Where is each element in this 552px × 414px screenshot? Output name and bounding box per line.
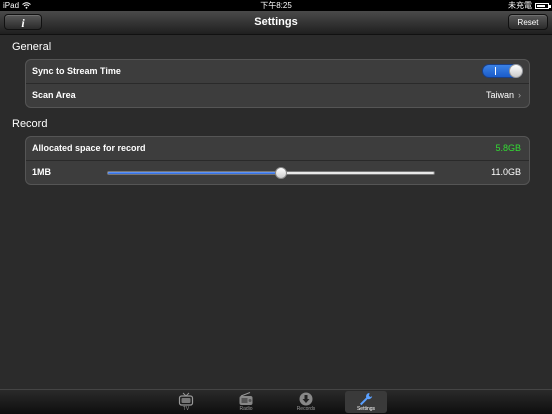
tab-records-label: Records xyxy=(296,406,316,412)
scan-area-value: Taiwan xyxy=(485,90,514,100)
allocated-value: 5.8GB xyxy=(495,143,521,153)
reset-button[interactable]: Reset xyxy=(508,14,548,30)
sync-toggle[interactable] xyxy=(482,64,523,78)
radio-icon xyxy=(239,392,253,405)
download-icon xyxy=(299,392,313,406)
allocated-row: Allocated space for record 5.8GB xyxy=(26,137,529,161)
toggle-on-mark xyxy=(495,67,496,75)
general-group: Sync to Stream Time Scan Area Taiwan › xyxy=(25,59,530,108)
scan-area-value-wrap: Taiwan › xyxy=(486,84,521,107)
toggle-knob[interactable] xyxy=(509,64,523,78)
allocated-label: Allocated space for record xyxy=(32,143,146,153)
slider-row: 1MB 11.0GB xyxy=(26,161,529,184)
status-time: 下午8:25 xyxy=(260,1,292,10)
slider-max-label: 11.0GB xyxy=(491,167,521,177)
section-title-record: Record xyxy=(12,118,48,130)
tab-records[interactable]: Records xyxy=(285,391,327,413)
section-title-general: General xyxy=(12,41,52,53)
battery-icon xyxy=(535,2,551,9)
record-group: Allocated space for record 5.8GB 1MB 11.… xyxy=(25,136,530,185)
sync-row: Sync to Stream Time xyxy=(26,60,529,84)
tv-icon xyxy=(178,392,194,406)
status-right: 未充電 xyxy=(508,0,551,11)
slider-min-label: 1MB xyxy=(32,167,52,177)
tab-radio[interactable]: Radio xyxy=(225,391,267,413)
wrench-icon xyxy=(360,393,373,406)
navigation-bar: i Settings Reset xyxy=(0,11,552,35)
battery-status-text: 未充電 xyxy=(508,1,532,10)
scan-area-label: Scan Area xyxy=(32,90,76,100)
sync-label: Sync to Stream Time xyxy=(32,66,121,76)
tab-settings-label: Settings xyxy=(356,406,376,412)
slider-thumb[interactable] xyxy=(274,167,287,179)
tab-settings[interactable]: Settings xyxy=(345,391,387,413)
tab-tv[interactable]: TV xyxy=(165,391,207,413)
space-slider[interactable] xyxy=(107,167,435,179)
chevron-right-icon: › xyxy=(518,90,521,100)
scan-area-row[interactable]: Scan Area Taiwan › xyxy=(26,84,529,107)
tab-radio-label: Radio xyxy=(239,406,253,412)
page-title: Settings xyxy=(254,16,298,28)
status-bar: iPad 下午8:25 未充電 xyxy=(0,0,552,11)
tab-tv-label: TV xyxy=(182,406,190,412)
slider-fill xyxy=(108,172,281,174)
tab-bar: TV Radio Records Settings xyxy=(0,389,552,414)
